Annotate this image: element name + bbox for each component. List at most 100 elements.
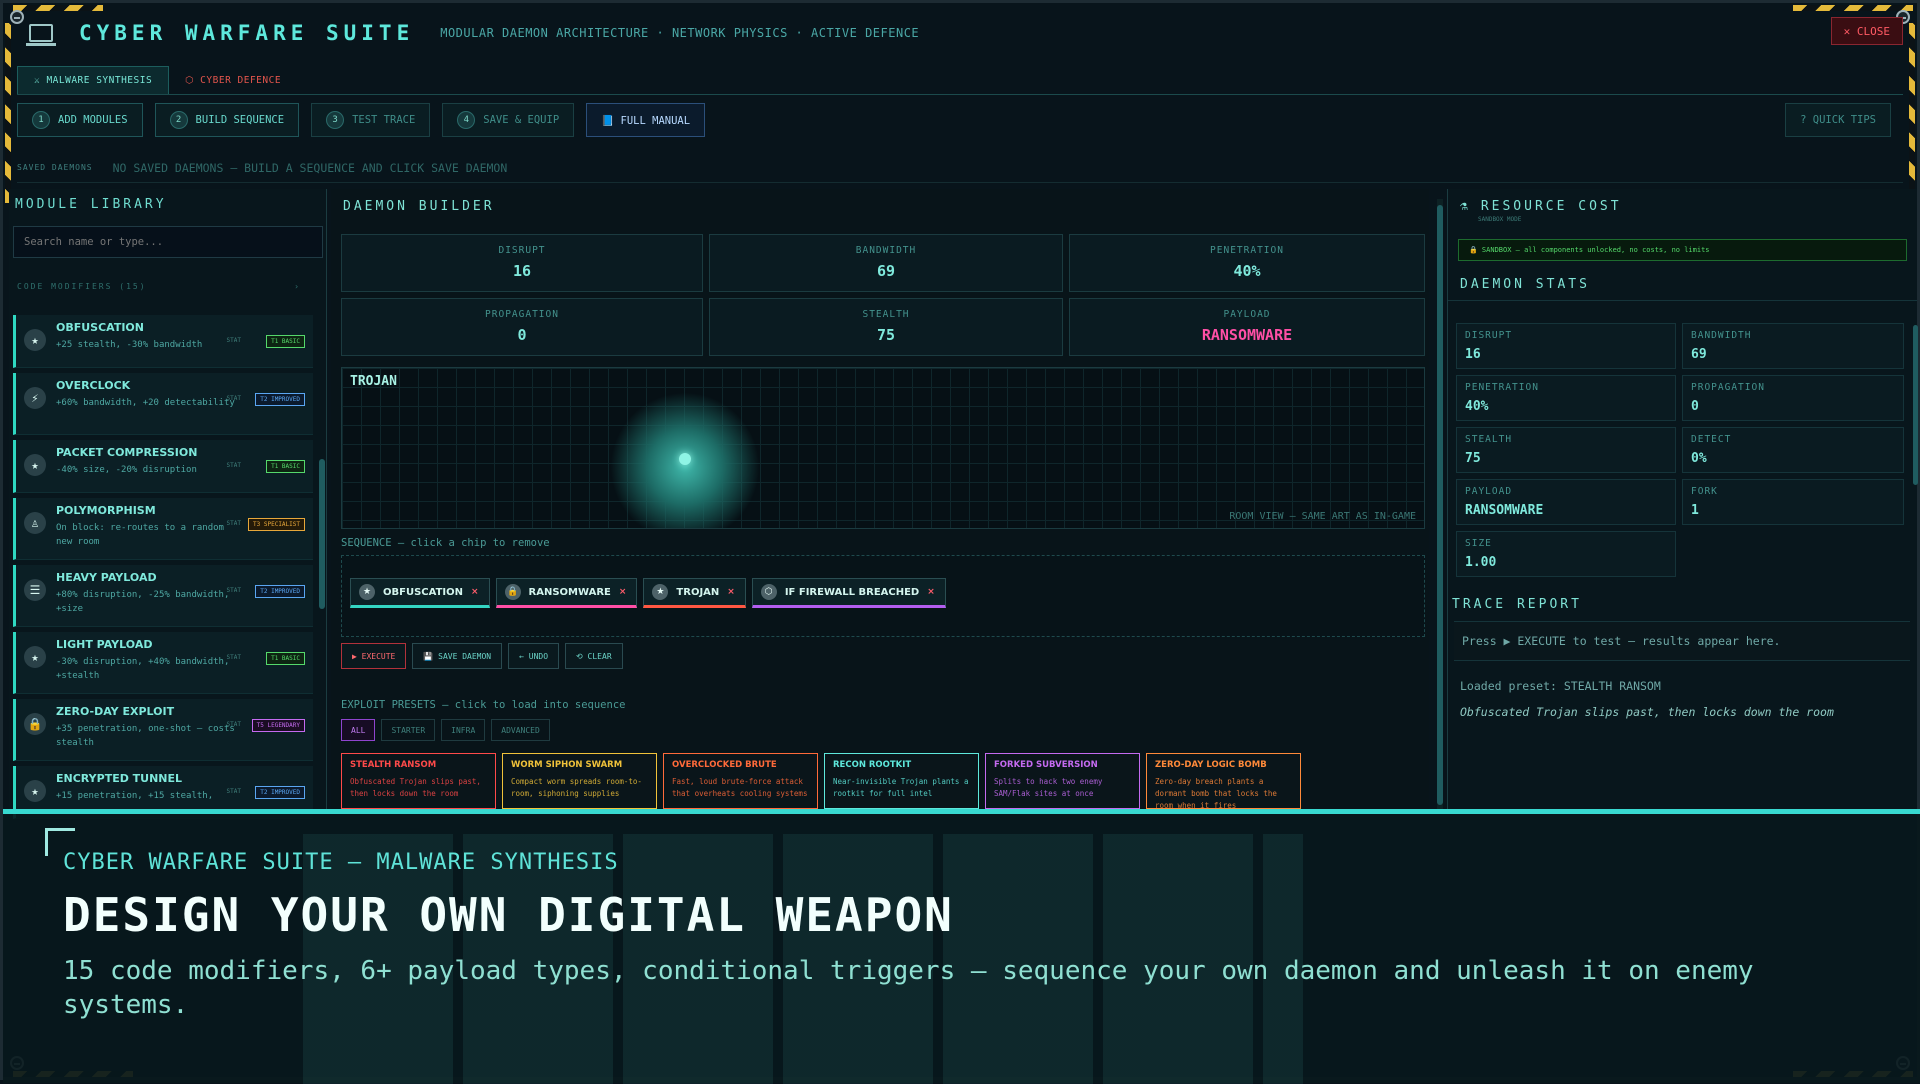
builder-scrollbar[interactable] xyxy=(1437,199,1443,809)
stat-label: DETECT xyxy=(1691,434,1732,445)
stat-value: RANSOMWARE xyxy=(1201,326,1293,344)
remove-icon[interactable]: × xyxy=(927,587,935,597)
pawn-icon: ♙ xyxy=(24,512,46,534)
stat-label: PAYLOAD xyxy=(1465,486,1513,497)
sequence-chip[interactable]: ★ OBFUSCATION × xyxy=(350,578,490,608)
preset-card[interactable]: ZERO-DAY LOGIC BOMB Zero-day breach plant… xyxy=(1146,753,1301,810)
execute-button[interactable]: ▶ EXECUTE xyxy=(341,643,407,669)
module-stat-tag: STAT xyxy=(226,654,241,661)
close-button[interactable]: ✕ CLOSE xyxy=(1830,17,1903,45)
stat-value: 75 xyxy=(1465,451,1481,466)
star-icon: ★ xyxy=(24,780,46,802)
stat-value: 75 xyxy=(876,326,896,344)
module-item[interactable]: 🔒 ZERO-DAY EXPLOIT +35 penetration, one-sh… xyxy=(13,699,313,761)
stat-value: 16 xyxy=(1465,347,1481,362)
filter-all[interactable]: ALL xyxy=(341,719,376,741)
module-item[interactable]: ★ OBFUSCATION +25 stealth, -30% bandwidth S… xyxy=(13,315,313,368)
remove-icon[interactable]: × xyxy=(471,587,479,597)
hazard-stripe xyxy=(1793,5,1913,11)
step-toolbar: 1 ADD MODULES 2 BUILD SEQUENCE 3 TEST TRACE… xyxy=(17,103,1903,141)
module-library-panel: MODULE LIBRARY CODE MODIFIERS (15) › ★ OBF… xyxy=(9,189,327,819)
module-desc: +15 penetration, +15 stealth, xyxy=(56,791,214,801)
module-name: LIGHT PAYLOAD xyxy=(56,638,153,651)
preset-desc: Fast, loud brute-force attack that overh… xyxy=(672,777,808,798)
step-save-equip-button[interactable]: 4 SAVE & EQUIP xyxy=(442,103,575,137)
preset-desc: Zero-day breach plants a dormant bomb th… xyxy=(1155,777,1277,810)
daemon-stats-grid: DISRUPT 16 BANDWIDTH 69 PENETRATION 40% PRO… xyxy=(1456,323,1904,577)
chip-label: TROJAN xyxy=(676,586,720,598)
tier-badge: T2 IMPROVED xyxy=(255,393,305,406)
stat-value: 0% xyxy=(1691,451,1707,466)
code-modifiers-header[interactable]: CODE MODIFIERS (15) › xyxy=(9,264,309,295)
module-name: OBFUSCATION xyxy=(56,321,144,334)
daemon-stat: DISRUPT 16 xyxy=(1456,323,1676,369)
full-manual-button[interactable]: 📘 FULL MANUAL xyxy=(586,103,706,137)
save-daemon-button[interactable]: 💾 SAVE DAEMON xyxy=(412,643,503,669)
step-number: 3 xyxy=(326,111,345,129)
resource-cost-header: ⚗ RESOURCE COST xyxy=(1448,189,1917,214)
preset-card[interactable]: WORM SIPHON SWARM Compact worm spreads ro… xyxy=(502,753,657,809)
step-number: 4 xyxy=(457,111,476,129)
tier-badge: T2 IMPROVED xyxy=(255,585,305,598)
star-icon: ★ xyxy=(24,454,46,476)
module-stat-tag: STAT xyxy=(226,462,241,469)
module-item[interactable]: ★ PACKET COMPRESSION -40% size, -20% disru… xyxy=(13,440,313,493)
module-item[interactable]: ★ LIGHT PAYLOAD -30% disruption, +40% band… xyxy=(13,632,313,694)
module-item[interactable]: ♙ POLYMORPHISM On block: re-routes to a ra… xyxy=(13,498,313,560)
preset-card[interactable]: OVERCLOCKED BRUTE Fast, loud brute-force … xyxy=(663,753,818,809)
quick-tips-button[interactable]: ? QUICK TIPS xyxy=(1785,103,1891,137)
module-item[interactable]: ⚡ OVERCLOCK +60% bandwidth, +20 detectabil… xyxy=(13,373,313,435)
daemon-builder-title: DAEMON BUILDER xyxy=(343,199,495,214)
step-add-modules-button[interactable]: 1 ADD MODULES xyxy=(17,103,143,137)
preset-card[interactable]: RECON ROOTKIT Near-invisible Trojan plant… xyxy=(824,753,979,809)
module-desc: +60% bandwidth, +20 detectability xyxy=(56,398,235,408)
stat-value: 40% xyxy=(1233,262,1261,280)
filter-advanced[interactable]: ADVANCED xyxy=(491,719,550,741)
tier-badge: T5 LEGENDARY xyxy=(251,719,305,732)
module-search-input[interactable] xyxy=(13,226,323,258)
stat-label: SIZE xyxy=(1465,538,1492,549)
sequence-dropzone[interactable]: ★ OBFUSCATION × 🔒 RANSOMWARE × ★ TROJAN × ⬡ IF … xyxy=(341,555,1425,637)
clear-button[interactable]: ⟲ CLEAR xyxy=(565,643,623,669)
step-build-sequence-button[interactable]: 2 BUILD SEQUENCE xyxy=(154,103,300,137)
daemon-stat: FORK 1 xyxy=(1682,479,1904,525)
module-list: ★ OBFUSCATION +25 stealth, -30% bandwidth S… xyxy=(13,315,313,824)
room-footer: ROOM VIEW — SAME ART AS IN-GAME xyxy=(1229,511,1416,522)
tab-malware-synthesis[interactable]: ⚔ MALWARE SYNTHESIS xyxy=(17,66,170,94)
lightning-icon: ⚡ xyxy=(24,387,46,409)
filter-starter[interactable]: STARTER xyxy=(381,719,436,741)
preset-card[interactable]: FORKED SUBVERSION Splits to hack two enem… xyxy=(985,753,1140,809)
chip-label: RANSOMWARE xyxy=(528,586,611,598)
overlay-title: DESIGN YOUR OWN DIGITAL WEAPON xyxy=(63,888,954,942)
filter-infra[interactable]: INFRA xyxy=(441,719,486,741)
module-item[interactable]: ☰ HEAVY PAYLOAD +80% disruption, -25% band… xyxy=(13,565,313,627)
room-title: TROJAN xyxy=(350,374,397,389)
stat-label: DISRUPT xyxy=(1465,330,1513,341)
step-test-trace-button[interactable]: 3 TEST TRACE xyxy=(311,103,431,137)
remove-icon[interactable]: × xyxy=(727,587,735,597)
preset-card[interactable]: STEALTH RANSOM Obfuscated Trojan slips pa… xyxy=(341,753,496,809)
tab-cyber-defence[interactable]: ⬡ CYBER DEFENCE xyxy=(169,66,297,94)
tab-bar: ⚔ MALWARE SYNTHESIS ⬡ CYBER DEFENCE xyxy=(17,65,1903,95)
daemon-stat: DETECT 0% xyxy=(1682,427,1904,473)
saved-daemons-bar: SAVED DAEMONS NO SAVED DAEMONS — BUILD A… xyxy=(17,153,1903,183)
title-bar: CYBER WARFARE SUITE MODULAR DAEMON ARCHI… xyxy=(17,13,1903,53)
sequence-chip[interactable]: ★ TROJAN × xyxy=(643,578,746,608)
library-scrollbar[interactable] xyxy=(319,459,325,609)
stats-scrollbar[interactable] xyxy=(1913,325,1918,485)
undo-button[interactable]: ← UNDO xyxy=(508,643,560,669)
stat-label: PROPAGATION xyxy=(1691,382,1765,393)
tier-badge: T1 BASIC xyxy=(266,335,305,348)
tier-badge: T1 BASIC xyxy=(266,460,305,473)
preset-desc: Compact worm spreads room-to-room, sipho… xyxy=(511,777,642,798)
module-stat-tag: STAT xyxy=(226,520,241,527)
sequence-chip[interactable]: 🔒 RANSOMWARE × xyxy=(495,578,638,608)
star-icon: ★ xyxy=(359,584,375,600)
sequence-chip[interactable]: ⬡ IF FIREWALL BREACHED × xyxy=(751,578,946,608)
module-stat-tag: STAT xyxy=(226,587,241,594)
preset-title: STEALTH RANSOM xyxy=(350,760,437,770)
sequence-label: SEQUENCE — click a chip to remove xyxy=(341,537,550,549)
stat-label: DISRUPT xyxy=(498,245,546,256)
flask-icon: ⚗ xyxy=(1460,199,1471,214)
remove-icon[interactable]: × xyxy=(619,587,627,597)
